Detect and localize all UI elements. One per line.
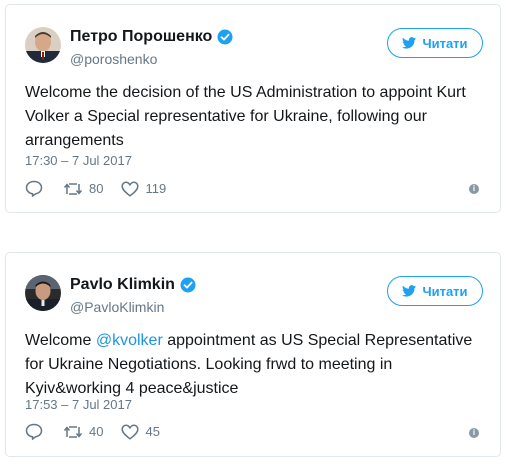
retweet-button[interactable]: 80 [63, 181, 103, 196]
follow-button[interactable]: Читати [387, 28, 483, 58]
tweet-actions: 80 119 [25, 180, 166, 197]
tweet-text: Welcome @kvolker appointment as US Speci… [25, 329, 489, 401]
retweet-count: 40 [89, 424, 104, 439]
like-button[interactable]: 119 [121, 181, 166, 197]
reply-button[interactable] [25, 423, 45, 440]
reply-icon [25, 423, 43, 440]
tweet-text-body: Welcome [25, 332, 96, 349]
twitter-bird-icon [402, 285, 417, 297]
like-count: 45 [145, 424, 160, 439]
reply-icon [25, 180, 43, 197]
display-name[interactable]: Pavlo Klimkin [70, 276, 175, 294]
heart-icon [121, 181, 140, 197]
retweet-icon [63, 425, 83, 439]
follow-button[interactable]: Читати [387, 276, 483, 306]
retweet-count: 80 [89, 181, 104, 196]
avatar[interactable] [25, 275, 61, 311]
tweet-actions: 40 45 [25, 423, 160, 440]
info-icon[interactable]: i [469, 184, 479, 194]
tweet-timestamp[interactable]: 17:30 – 7 Jul 2017 [25, 153, 132, 168]
tweet-text: Welcome the decision of the US Administr… [25, 81, 489, 153]
like-button[interactable]: 45 [121, 424, 160, 440]
avatar[interactable] [25, 27, 61, 63]
info-icon[interactable]: i [469, 428, 479, 438]
retweet-icon [63, 182, 83, 196]
tweet-text-body: Welcome the decision of the US Administr… [25, 84, 466, 149]
heart-icon [121, 424, 140, 440]
like-count: 119 [145, 181, 167, 196]
mention-link[interactable]: @kvolker [96, 332, 163, 349]
verified-badge-icon [180, 277, 196, 293]
display-name[interactable]: Петро Порошенко [70, 28, 212, 46]
twitter-bird-icon [402, 37, 417, 49]
user-handle[interactable]: @poroshenko [70, 51, 157, 67]
user-handle[interactable]: @PavloKlimkin [70, 299, 164, 315]
tweet-card-klimkin: Pavlo Klimkin @PavloKlimkin Читати Welco… [5, 252, 501, 457]
follow-button-label: Читати [422, 35, 468, 51]
tweet-timestamp[interactable]: 17:53 – 7 Jul 2017 [25, 397, 132, 412]
verified-badge-icon [217, 29, 233, 45]
reply-button[interactable] [25, 180, 45, 197]
tweet-card-poroshenko: Петро Порошенко @poroshenko Читати Welco… [5, 4, 501, 213]
retweet-button[interactable]: 40 [63, 424, 103, 439]
follow-button-label: Читати [422, 283, 468, 299]
